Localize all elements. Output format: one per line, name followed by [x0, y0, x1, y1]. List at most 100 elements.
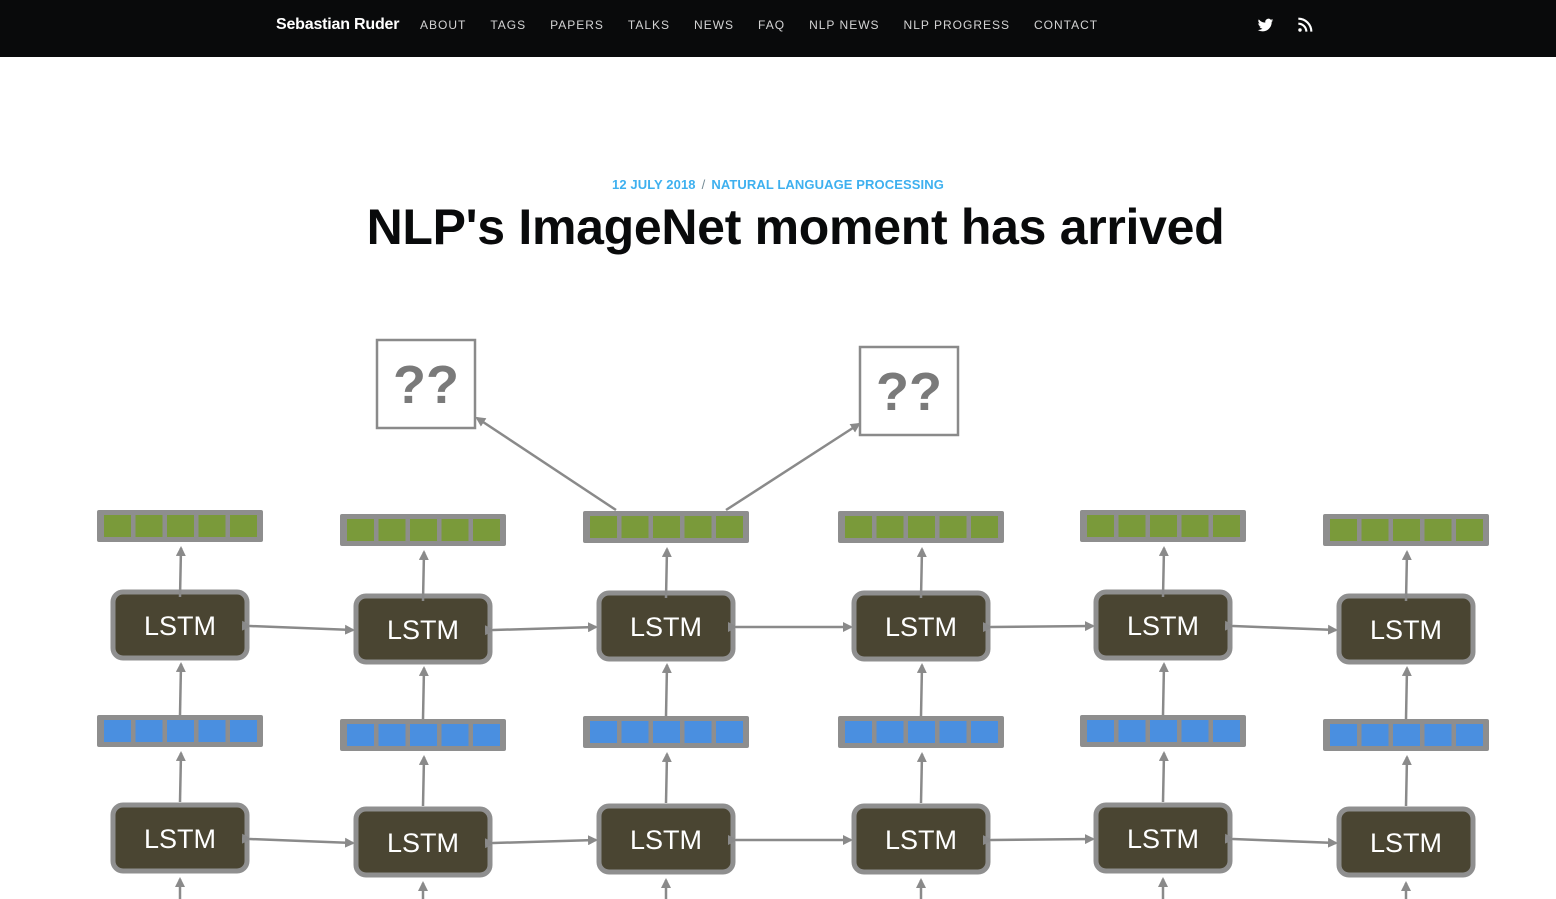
- lstm-cell-upper-label: LSTM: [144, 611, 216, 641]
- meta-separator: /: [701, 177, 706, 192]
- lstm-cell-upper-label: LSTM: [1127, 611, 1199, 641]
- input-embedding-cell: [473, 724, 500, 746]
- input-embedding-cell: [1330, 724, 1357, 746]
- arrow-up: [175, 546, 186, 598]
- post-meta: 12 July 2018 / Natural Language Processing: [0, 177, 1556, 192]
- arrow-up: [916, 547, 927, 599]
- arrow-up: [1158, 662, 1169, 716]
- nav-nlp-news[interactable]: NLP News: [809, 18, 879, 32]
- post-title: NLP's ImageNet moment has arrived: [366, 199, 1225, 255]
- input-embedding-cell: [684, 721, 712, 743]
- arrow-up: [175, 751, 186, 803]
- output-embedding-cell: [1181, 515, 1209, 537]
- output-embedding-cell: [441, 519, 469, 541]
- lstm-cell-upper-label: LSTM: [885, 612, 957, 642]
- input-embedding-cell: [621, 721, 649, 743]
- arrow-up: [418, 755, 429, 807]
- input-embedding-cell: [845, 721, 872, 743]
- output-embedding-cell: [198, 515, 226, 537]
- lstm-cell-lower-label: LSTM: [387, 828, 459, 858]
- input-embedding-cell: [1181, 720, 1209, 742]
- output-embedding-cell: [167, 515, 194, 537]
- arrow-up: [418, 666, 429, 720]
- output-embedding-cell: [971, 516, 998, 538]
- arrow-bidirectional: [241, 620, 355, 635]
- output-embedding-cell: [1456, 519, 1483, 541]
- lstm-cell-upper-label: LSTM: [630, 612, 702, 642]
- rss-icon[interactable]: [1297, 17, 1315, 35]
- nav-about[interactable]: About: [420, 18, 466, 32]
- arrow-up: [175, 662, 186, 716]
- input-embedding-cell: [716, 721, 743, 743]
- question-box-right-label: ??: [876, 362, 942, 422]
- arrow-bidirectional: [484, 835, 598, 849]
- output-embedding-cell: [908, 516, 935, 538]
- nav-papers[interactable]: Papers: [550, 18, 604, 32]
- output-embedding-cell: [104, 515, 131, 537]
- arrow-up: [916, 663, 927, 717]
- question-box-left-label: ??: [393, 355, 459, 415]
- site-nav: About Tags Papers Talks News FAQ NLP New…: [408, 18, 1110, 32]
- output-embedding-cell: [473, 519, 500, 541]
- input-embedding-cell: [378, 724, 406, 746]
- output-embedding-cell: [1150, 515, 1177, 537]
- output-embedding-cell: [135, 515, 163, 537]
- arrow-up: [661, 752, 672, 804]
- arrow-bidirectional: [982, 621, 1095, 633]
- output-embedding-cell: [590, 516, 617, 538]
- output-embedding-cell: [876, 516, 904, 538]
- arrow-up: [418, 550, 429, 602]
- post-tag[interactable]: Natural Language Processing: [711, 177, 944, 192]
- output-embedding-cell: [378, 519, 406, 541]
- post-date: 12 July 2018: [612, 177, 696, 192]
- site-header: Sebastian Ruder About Tags Papers Talks …: [0, 0, 1556, 57]
- input-embedding-cell: [939, 721, 967, 743]
- nav-news[interactable]: News: [694, 18, 734, 32]
- input-embedding-cell: [1361, 724, 1389, 746]
- output-embedding-cell: [1393, 519, 1420, 541]
- arrow-up: [661, 547, 672, 599]
- arrow-up: [1401, 755, 1412, 807]
- arrow-up: [1401, 550, 1412, 602]
- input-embedding-cell: [230, 720, 257, 742]
- input-embedding-cell: [971, 721, 998, 743]
- input-embedding-cell: [1424, 724, 1452, 746]
- twitter-icon[interactable]: [1257, 17, 1275, 35]
- nav-contact[interactable]: Contact: [1034, 18, 1098, 32]
- arrow-up: [1401, 666, 1412, 720]
- nav-nlp-progress[interactable]: NLP Progress: [904, 18, 1010, 32]
- input-embedding-cell: [908, 721, 935, 743]
- input-embedding-cell: [410, 724, 437, 746]
- lstm-cell-lower-label: LSTM: [630, 825, 702, 855]
- arrow-bidirectional: [1224, 833, 1338, 848]
- output-embedding-cell: [1087, 515, 1114, 537]
- output-embedding-cell: [684, 516, 712, 538]
- output-embedding-cell: [230, 515, 257, 537]
- output-embedding-cell: [621, 516, 649, 538]
- input-embedding-cell: [1118, 720, 1146, 742]
- input-embedding-cell: [441, 724, 469, 746]
- input-embedding-cell: [167, 720, 194, 742]
- output-embedding-cell: [1330, 519, 1357, 541]
- nav-faq[interactable]: FAQ: [758, 18, 785, 32]
- input-embedding-cell: [1150, 720, 1177, 742]
- output-embedding-cell: [939, 516, 967, 538]
- input-embedding-cell: [653, 721, 680, 743]
- lstm-cell-upper-label: LSTM: [387, 615, 459, 645]
- arrow-to-output: [725, 422, 861, 512]
- nav-talks[interactable]: Talks: [628, 18, 670, 32]
- arrow-up: [1158, 751, 1169, 803]
- site-logo[interactable]: Sebastian Ruder: [276, 16, 399, 34]
- input-embedding-cell: [1393, 724, 1420, 746]
- arrow-bidirectional: [484, 622, 598, 636]
- lstm-cell-lower-label: LSTM: [144, 824, 216, 854]
- input-embedding-cell: [876, 721, 904, 743]
- input-embedding-cell: [590, 721, 617, 743]
- input-embedding-cell: [1456, 724, 1483, 746]
- output-embedding-cell: [716, 516, 743, 538]
- arrow-bidirectional: [1224, 620, 1338, 635]
- lstm-cell-lower-label: LSTM: [1127, 824, 1199, 854]
- input-embedding-cell: [198, 720, 226, 742]
- input-embedding-cell: [1213, 720, 1240, 742]
- nav-tags[interactable]: Tags: [490, 18, 526, 32]
